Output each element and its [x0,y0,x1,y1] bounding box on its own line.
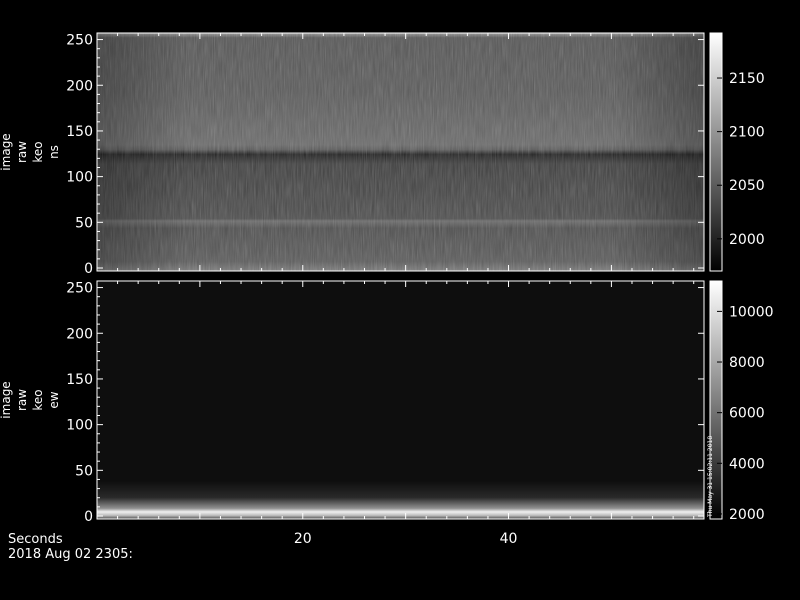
keogram-figure: 050100150200250 image raw keo ns 2000205021… [0,32,774,562]
y-axis-label-word: image [0,133,13,170]
y-axis-label-ew: image raw keo ew [0,381,61,418]
panel-ns: 0 50 100 150 200 250 image raw keo ns 2000 2050 21… [0,32,765,277]
heatmap-ns-vignette [97,33,704,271]
y-tick-label: 100 [66,418,93,434]
heatmap-ew-image [97,281,704,519]
y-tick-label: 50 [75,215,93,231]
y-tick-label: 200 [66,326,93,342]
colorbar-tick-label: 10000 [729,304,774,320]
y-axis-label-word: ew [47,391,61,408]
y-axis-label-ns: image raw keo ns [0,133,61,170]
y-tick-label: 100 [66,170,93,186]
date-label: 2018 Aug 02 2305: [8,547,133,562]
panel-ew: 0 50 100 150 200 250 image raw keo ew 2000 4000 60… [0,280,774,525]
x-axis-label: Seconds [8,532,63,547]
colorbar-tick-label: 2000 [729,507,765,523]
y-axis-label-word: keo [31,141,45,162]
y-axis-label-word: raw [15,389,29,411]
colorbar-tick-label: 2000 [729,232,765,248]
y-tick-label: 200 [66,78,93,94]
y-axis-label-word: keo [31,389,45,410]
colorbar-tick-label: 2150 [729,71,765,87]
colorbar-ns [709,32,723,272]
timestamp-annotation: Thu May 31 15:02:11 2018 [707,436,714,518]
colorbar-ticks-ns: 2000 2050 2100 2150 [717,71,765,248]
y-axis-label-word: raw [15,141,29,163]
x-tick-label: 40 [500,531,518,547]
y-tick-label: 0 [84,509,93,525]
y-tick-label: 150 [66,124,93,140]
colorbar-tick-label: 8000 [729,355,765,371]
y-tick-label: 250 [66,33,93,49]
y-tick-label: 50 [75,463,93,479]
x-tick-label: 20 [294,531,312,547]
y-axis-label-word: image [0,381,13,418]
y-axis-label-word: ns [47,145,61,159]
colorbar-tick-label: 4000 [729,456,765,472]
y-tick-label: 250 [66,281,93,297]
colorbar-tick-label: 2050 [729,178,765,194]
colorbar-tick-label: 2100 [729,125,765,141]
y-tick-label: 150 [66,372,93,388]
y-tick-label: 0 [84,261,93,277]
colorbar-ticks-ew: 2000 4000 6000 8000 10000 [717,304,774,523]
colorbar-tick-label: 6000 [729,406,765,422]
